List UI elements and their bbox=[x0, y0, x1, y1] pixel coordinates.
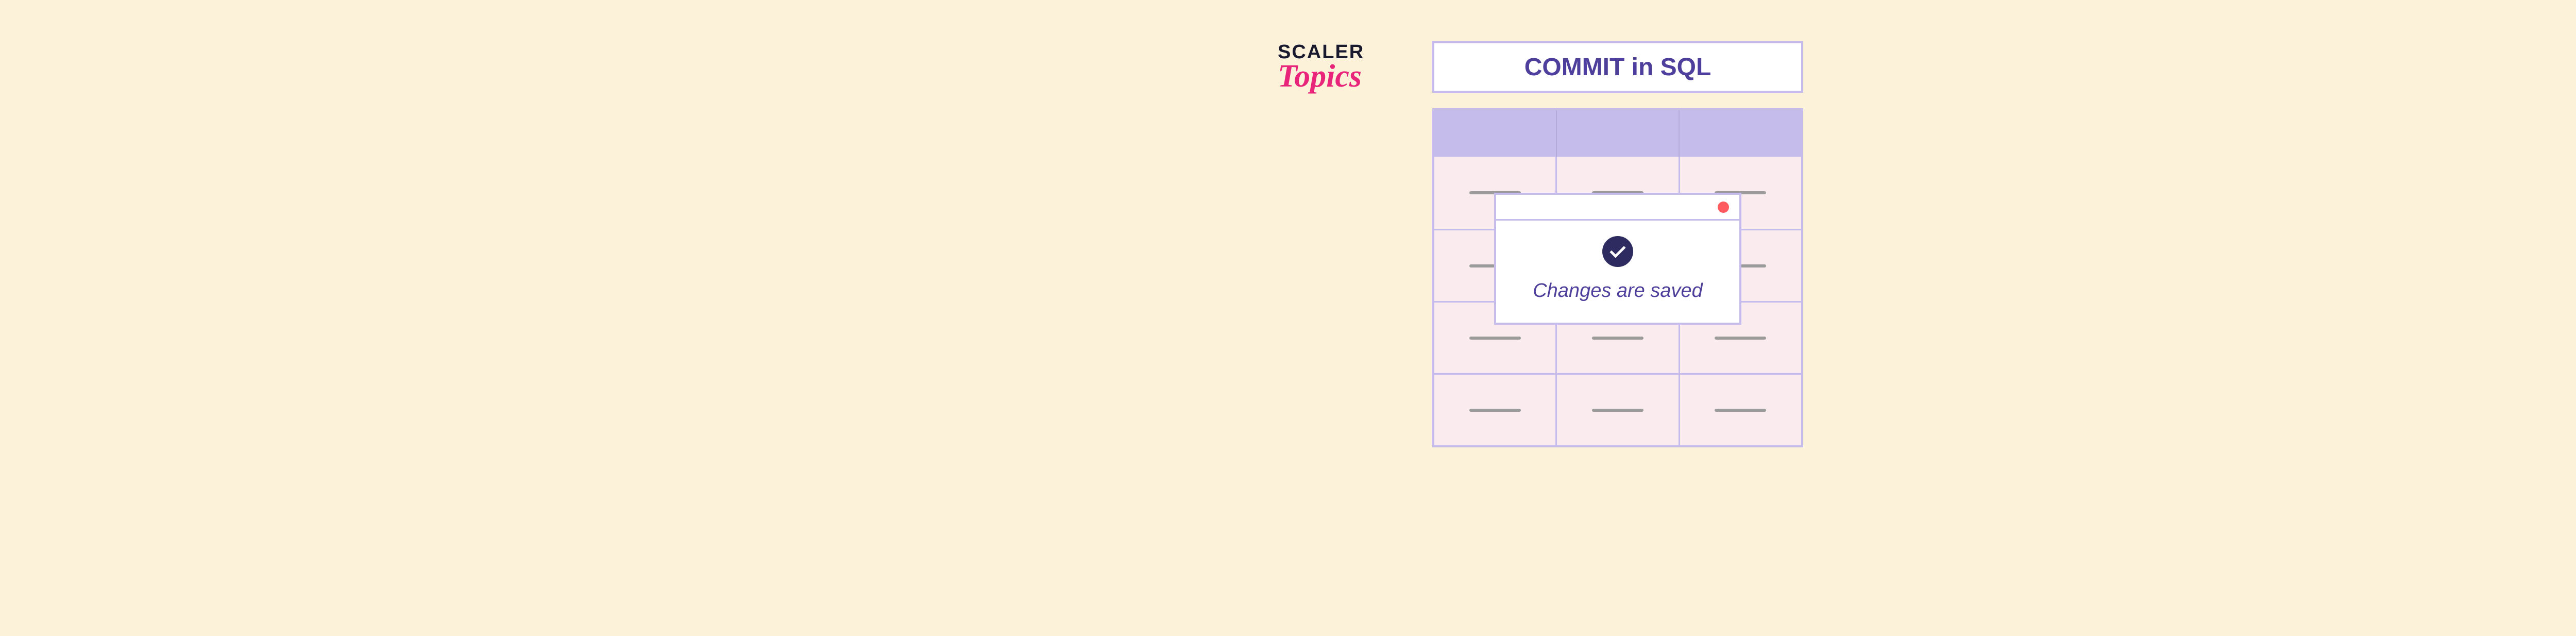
table-cell bbox=[1557, 375, 1680, 445]
database-table-illustration: Changes are saved bbox=[1432, 108, 1803, 447]
table-header-row bbox=[1434, 110, 1801, 157]
table-header-cell bbox=[1680, 110, 1801, 157]
table-row bbox=[1434, 373, 1801, 445]
diagram-title: COMMIT in SQL bbox=[1524, 53, 1711, 81]
table-cell bbox=[1680, 375, 1801, 445]
cell-placeholder-line bbox=[1592, 337, 1643, 340]
cell-placeholder-line bbox=[1715, 409, 1766, 412]
cell-placeholder-line bbox=[1592, 409, 1643, 412]
scaler-topics-logo: SCALER Topics bbox=[1278, 41, 1364, 95]
dialog-body: Changes are saved bbox=[1496, 221, 1739, 323]
logo-text-topics: Topics bbox=[1278, 58, 1364, 95]
cell-placeholder-line bbox=[1469, 409, 1521, 412]
close-icon bbox=[1718, 202, 1729, 213]
save-confirmation-dialog: Changes are saved bbox=[1494, 193, 1741, 325]
dialog-message: Changes are saved bbox=[1533, 280, 1703, 302]
diagram-title-bar: COMMIT in SQL bbox=[1432, 41, 1803, 93]
checkmark-circle-icon bbox=[1602, 236, 1633, 267]
table-header-cell bbox=[1434, 110, 1557, 157]
table-cell bbox=[1434, 375, 1557, 445]
dialog-titlebar bbox=[1496, 195, 1739, 221]
cell-placeholder-line bbox=[1469, 337, 1521, 340]
checkmark-icon bbox=[1609, 242, 1625, 258]
cell-placeholder-line bbox=[1715, 337, 1766, 340]
table-header-cell bbox=[1557, 110, 1680, 157]
commit-diagram: COMMIT in SQL bbox=[1432, 41, 1803, 447]
